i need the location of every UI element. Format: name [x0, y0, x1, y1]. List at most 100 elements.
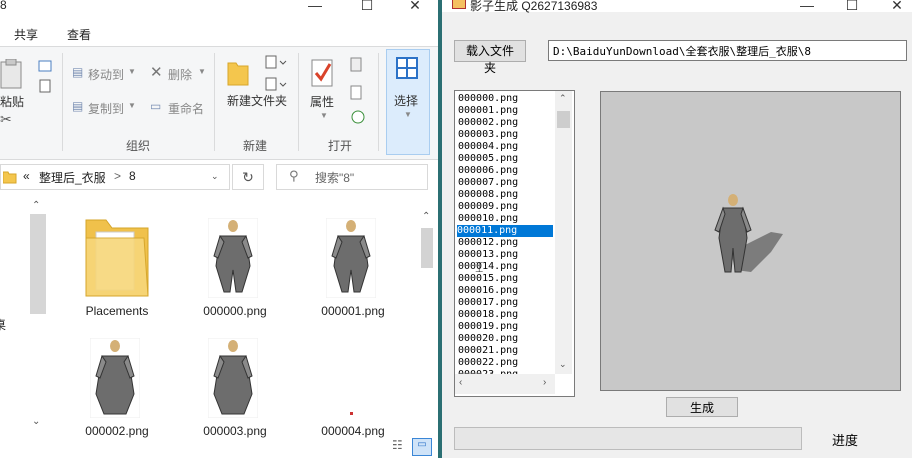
path-field[interactable]: D:\BaiduYunDownload\全套衣服\整理后_衣服\8 [548, 40, 907, 61]
listbox-vertical-scrollbar[interactable]: ⌃ ⌄ [555, 91, 572, 374]
file-list-item[interactable]: 000020.png [458, 333, 554, 345]
edit-icon[interactable] [350, 85, 368, 101]
file-list-item[interactable]: 000001.png [458, 105, 554, 117]
minimize-icon[interactable]: — [792, 0, 822, 14]
file-list-item[interactable]: 000013.png [458, 249, 554, 261]
generate-button[interactable]: 生成 [666, 397, 738, 417]
minimize-icon[interactable]: — [300, 0, 330, 14]
close-icon[interactable]: ✕ [400, 0, 430, 14]
breadcrumb-separator: > [114, 169, 122, 183]
listbox-horizontal-scrollbar[interactable]: ‹ › [455, 374, 555, 394]
chevron-down-icon: ▼ [128, 67, 136, 76]
move-to-button[interactable]: ▤ 移动到 ▼ [70, 65, 140, 83]
file-name: 000003.png [203, 424, 267, 438]
chevron-down-icon: ▼ [128, 101, 136, 110]
file-list-item[interactable]: 000016.png [458, 285, 554, 297]
file-item-000002[interactable]: 000002.png [62, 328, 172, 438]
search-input[interactable]: ⚲ 搜索"8" [276, 164, 428, 190]
new-item-icon[interactable] [265, 55, 287, 71]
scrollbar-thumb[interactable] [557, 111, 570, 128]
file-item-000003[interactable]: 000003.png [180, 328, 290, 438]
refresh-button[interactable]: ↻ [232, 164, 264, 190]
move-to-label: 移动到 [88, 68, 125, 82]
preview-panel [600, 91, 901, 391]
properties-button[interactable]: 属性 ▼ [305, 55, 341, 127]
scroll-up-icon[interactable]: ⌃ [559, 93, 567, 104]
app-icon [452, 0, 466, 9]
history-icon[interactable] [350, 109, 368, 125]
file-list-item[interactable]: 000007.png [458, 177, 554, 189]
clipboard-icon [0, 59, 22, 89]
file-list-item[interactable]: 000014.png [458, 261, 554, 273]
maximize-icon[interactable]: ☐ [837, 0, 867, 14]
easy-access-icon[interactable] [265, 77, 287, 93]
paste-button[interactable]: 粘贴 ✂ [0, 55, 30, 130]
explorer-menu-bar: 共享 查看 ? [0, 22, 438, 63]
file-list-item[interactable]: 000011.png [457, 225, 553, 237]
scroll-down-icon[interactable]: ⌄ [559, 359, 567, 370]
load-folder-button[interactable]: 载入文件夹 [454, 40, 526, 75]
properties-label: 属性 [310, 95, 335, 109]
copy-path-icon[interactable] [38, 59, 52, 73]
details-view-icon[interactable]: ☷ [392, 438, 403, 452]
copy-to-button[interactable]: ▤ 复制到 ▼ [70, 99, 140, 117]
scroll-left-icon[interactable]: ‹ [459, 377, 462, 388]
file-list-item[interactable]: 000022.png [458, 357, 554, 369]
file-list-item[interactable]: 000003.png [458, 129, 554, 141]
refresh-icon: ↻ [242, 169, 254, 185]
folder-icon [3, 171, 17, 184]
chevron-down-icon[interactable]: ⌄ [211, 171, 219, 182]
breadcrumb-segment-parent[interactable]: 整理后_衣服 [39, 169, 106, 186]
file-item-placements[interactable]: Placements [62, 208, 172, 328]
group-organize-label: 组织 [126, 139, 151, 153]
new-folder-button[interactable]: 新建文件夹 [220, 55, 288, 127]
character-preview-icon [714, 194, 783, 273]
scroll-down-icon[interactable]: ⌄ [32, 416, 40, 427]
search-placeholder: 搜索"8" [315, 171, 355, 185]
large-icons-view-icon[interactable]: ▭ [412, 438, 432, 456]
new-folder-label: 新建文件夹 [227, 94, 288, 108]
file-list-item[interactable]: 000021.png [458, 345, 554, 357]
cut-icon[interactable]: ✂ [0, 111, 12, 128]
paste-shortcut-icon[interactable] [38, 79, 52, 93]
menu-view[interactable]: 查看 [67, 26, 91, 43]
file-list-item[interactable]: 000006.png [458, 165, 554, 177]
maximize-icon[interactable]: ☐ [352, 0, 382, 14]
file-list-item[interactable]: 000008.png [458, 189, 554, 201]
group-open-label: 打开 [328, 139, 353, 153]
folder-icon [85, 219, 149, 297]
scroll-up-icon[interactable]: ⌃ [422, 211, 430, 222]
open-icon[interactable] [350, 57, 368, 73]
close-icon[interactable]: ✕ [882, 0, 912, 14]
scroll-right-icon[interactable]: › [543, 377, 546, 388]
select-button[interactable]: 选择 ▼ [386, 49, 430, 155]
breadcrumb[interactable]: « 整理后_衣服 > 8 ⌄ [0, 164, 230, 190]
file-view-scrollbar[interactable]: ⌃ [421, 211, 433, 428]
file-list-item[interactable]: 000000.png [458, 93, 554, 105]
file-list-item[interactable]: 000019.png [458, 321, 554, 333]
file-list-item[interactable]: 000005.png [458, 153, 554, 165]
file-listbox[interactable]: 000000.png 000001.png 000002.png 000003.png… [454, 90, 575, 397]
file-list-item[interactable]: 000010.png [458, 213, 554, 225]
file-item-000000[interactable]: 000000.png [180, 208, 290, 328]
rename-button[interactable]: ▭ 重命名 [148, 99, 210, 117]
breadcrumb-segment-current[interactable]: 8 [129, 169, 136, 183]
file-item-000004[interactable]: 000004.png [298, 328, 408, 438]
menu-share[interactable]: 共享 [14, 26, 38, 43]
move-icon: ▤ [72, 65, 84, 79]
file-list-item[interactable]: 000002.png [458, 117, 554, 129]
file-list-item[interactable]: 000012.png [458, 237, 554, 249]
breadcrumb-overflow[interactable]: « [23, 169, 30, 183]
file-list-item[interactable]: 000009.png [458, 201, 554, 213]
chevron-down-icon: ▼ [198, 67, 206, 76]
delete-button[interactable]: ✕ 删除 ▼ [148, 64, 208, 83]
file-list-item[interactable]: 000018.png [458, 309, 554, 321]
scroll-up-icon[interactable]: ⌃ [32, 200, 40, 211]
file-list-item[interactable]: 000004.png [458, 141, 554, 153]
character-thumbnail-icon [208, 338, 258, 418]
file-list-item[interactable]: 000017.png [458, 297, 554, 309]
file-list-item[interactable]: 000015.png [458, 273, 554, 285]
scrollbar-thumb[interactable] [421, 228, 433, 268]
nav-pane-scrollbar[interactable] [30, 214, 46, 314]
file-item-000001[interactable]: 000001.png [298, 208, 408, 328]
